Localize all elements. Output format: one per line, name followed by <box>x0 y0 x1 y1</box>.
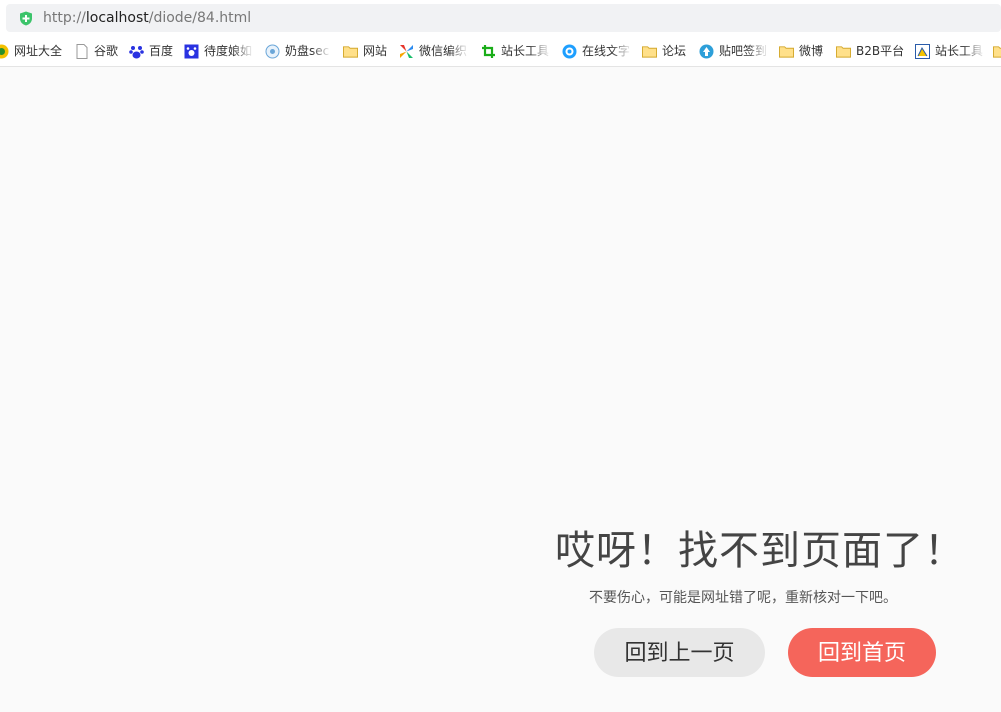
folder-icon <box>993 44 1001 59</box>
bookmark-label: 贴吧签到 <box>719 44 768 58</box>
bookmark-item[interactable]: 微信编织 <box>399 43 469 60</box>
baidu-paw-icon <box>129 44 144 59</box>
bookmark-label: 网址大全 <box>14 44 63 58</box>
folder-icon <box>642 44 657 59</box>
error-subtitle: 不要伤心，可能是网址错了呢，重新核对一下吧。 <box>589 590 897 606</box>
bookmark-label: 论坛 <box>662 44 687 58</box>
back-button[interactable]: 回到上一页 <box>594 628 765 677</box>
circle-icon <box>562 44 577 59</box>
bookmark-overflow[interactable] <box>993 43 1001 60</box>
bookmark-item[interactable]: 谷歌 <box>74 43 122 60</box>
address-bar: http://localhost/diode/84.html <box>0 0 1001 36</box>
bookmark-label: 站长工具 <box>501 44 550 58</box>
home-button[interactable]: 回到首页 <box>788 628 936 677</box>
secure-shield-icon <box>20 11 32 26</box>
cloud-icon <box>265 44 280 59</box>
chart-icon <box>915 44 930 59</box>
bookmark-item[interactable]: B2B平台 <box>836 43 908 60</box>
bookmark-item[interactable]: 在线文字 <box>562 43 632 60</box>
error-title: 哎呀！找不到页面了！ <box>555 528 965 574</box>
url-path: /diode/84.html <box>148 10 252 26</box>
bookmark-label: 微博 <box>799 44 824 58</box>
url-text: http://localhost/diode/84.html <box>43 10 251 26</box>
page-icon <box>74 44 89 59</box>
bookmark-label: 网站 <box>363 44 388 58</box>
bookmark-label: 奶盘sec <box>285 44 330 58</box>
bookmark-item[interactable]: 贴吧签到 <box>699 43 769 60</box>
bookmarks-bar: 网址大全 谷歌 百度 待度娘如 奶盘sec 网站 微信编织 站长工具 在线文字 … <box>0 36 1001 67</box>
up-arrow-icon <box>699 44 714 59</box>
bookmark-item[interactable]: 百度 <box>129 43 177 60</box>
url-prefix: http:// <box>43 10 86 26</box>
bookmark-label: B2B平台 <box>856 44 905 58</box>
folder-icon <box>836 44 851 59</box>
bookmark-label: 待度娘如 <box>204 44 253 58</box>
bookmark-item[interactable]: 站长工具 <box>481 43 551 60</box>
bookmark-item[interactable]: 奶盘sec <box>265 43 331 60</box>
url-field[interactable]: http://localhost/diode/84.html <box>6 4 1001 32</box>
page-content: 哎呀！找不到页面了！ 不要伤心，可能是网址错了呢，重新核对一下吧。 回到上一页 … <box>0 67 1001 712</box>
baidu-paw-icon <box>184 44 199 59</box>
folder-icon <box>779 44 794 59</box>
globe-icon <box>0 44 9 59</box>
crop-icon <box>481 44 496 59</box>
bookmark-label: 站长工具 <box>935 44 984 58</box>
bookmark-item[interactable]: 网址大全 <box>0 43 64 60</box>
bookmark-item[interactable]: 网站 <box>343 43 391 60</box>
bookmark-item[interactable]: 站长工具 <box>915 43 985 60</box>
bookmark-label: 百度 <box>149 44 174 58</box>
bookmark-item[interactable]: 论坛 <box>642 43 692 60</box>
bookmark-label: 微信编织 <box>419 44 468 58</box>
folder-icon <box>343 44 358 59</box>
pinwheel-icon <box>399 44 414 59</box>
bookmark-item[interactable]: 微博 <box>779 43 829 60</box>
bookmark-item[interactable]: 待度娘如 <box>184 43 254 60</box>
bookmark-label: 谷歌 <box>94 44 119 58</box>
url-host: localhost <box>85 10 149 26</box>
bookmark-label: 在线文字 <box>582 44 631 58</box>
